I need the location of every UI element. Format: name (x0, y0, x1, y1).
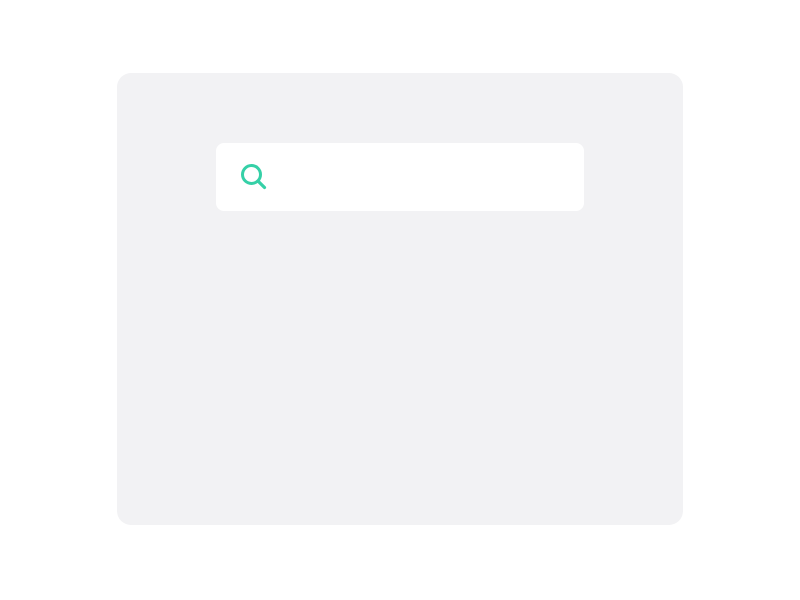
search-box[interactable] (216, 143, 584, 211)
search-input[interactable] (282, 143, 572, 211)
content-panel (117, 73, 683, 525)
search-icon (238, 161, 270, 193)
